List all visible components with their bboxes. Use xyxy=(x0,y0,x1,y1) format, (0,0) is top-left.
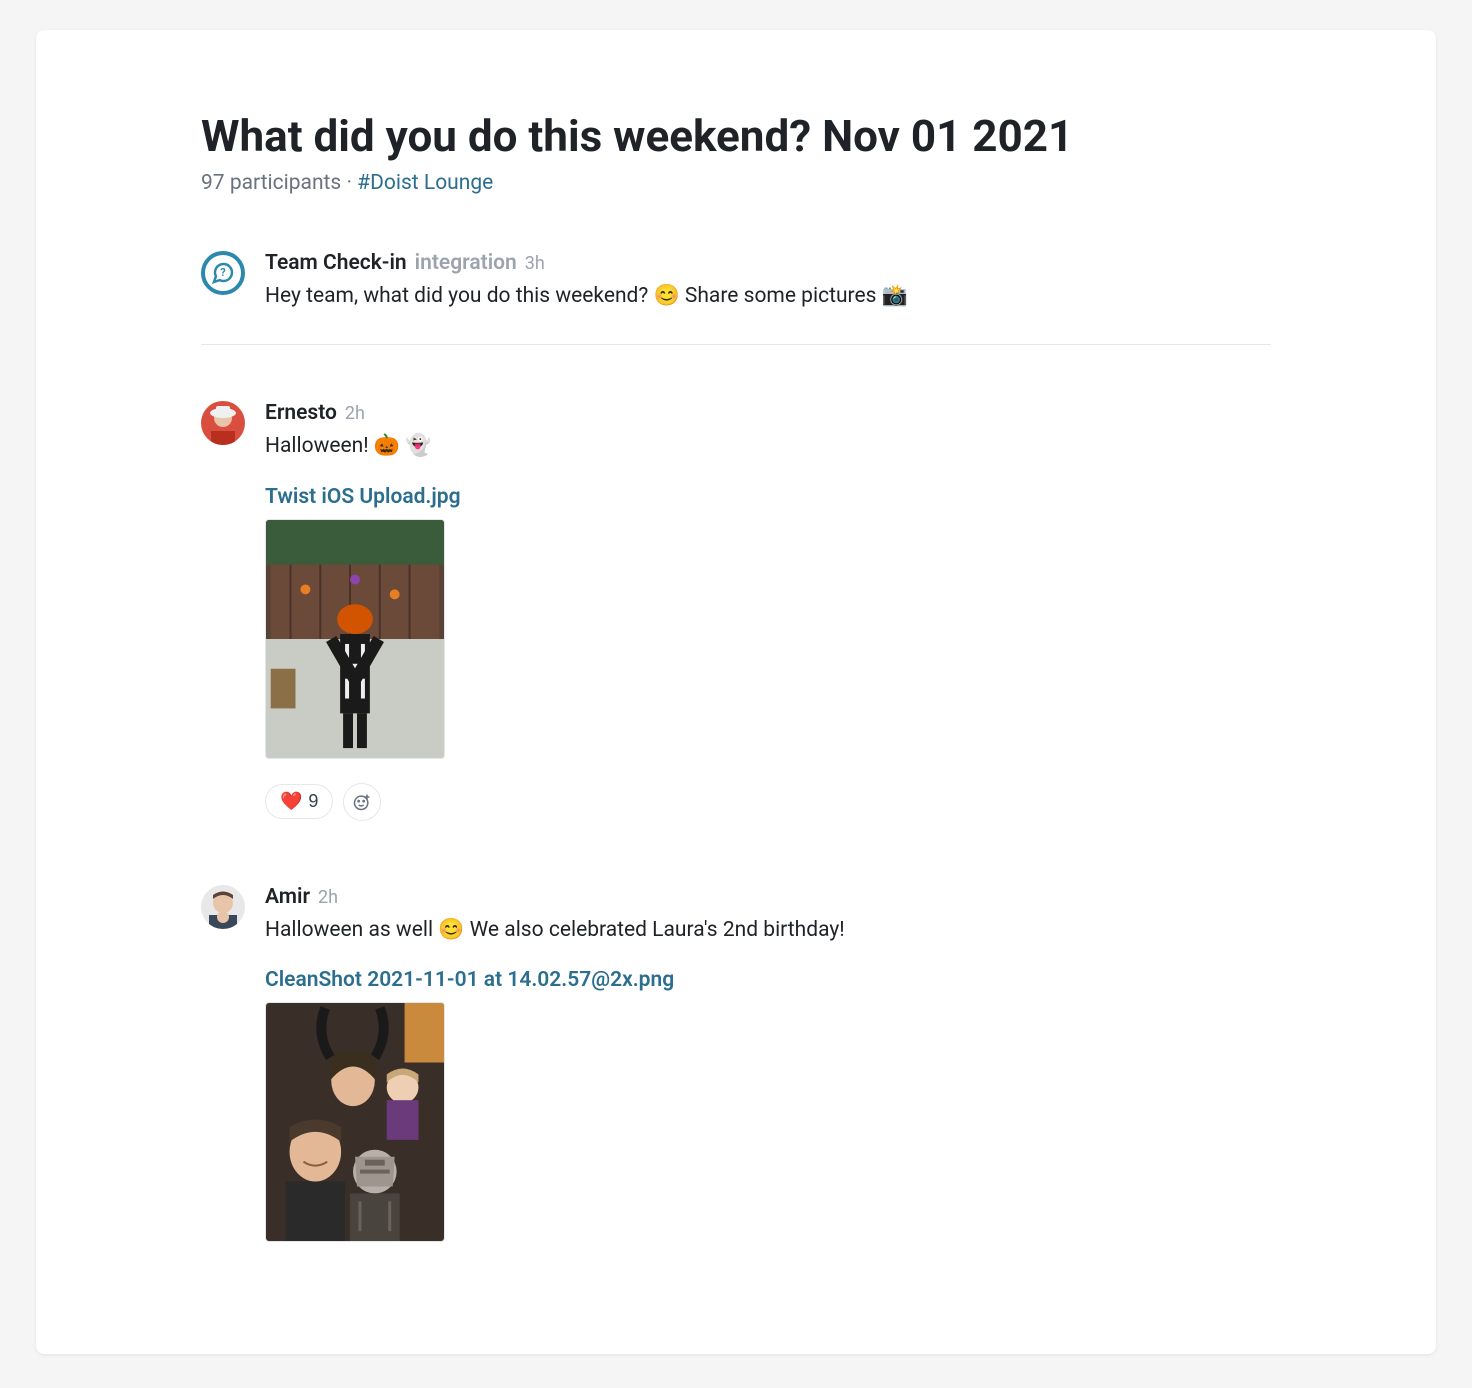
reaction-count: 9 xyxy=(308,791,318,812)
add-reaction-button[interactable] xyxy=(343,783,381,821)
avatar[interactable] xyxy=(201,885,245,929)
post-header: Team Check-in integration 3h xyxy=(265,251,1271,275)
attachment-thumbnail[interactable] xyxy=(265,519,445,759)
reactions-bar: ❤️ 9 xyxy=(265,783,1271,821)
post-body: Ernesto 2h Halloween! 🎃 👻 Twist iOS Uplo… xyxy=(265,401,1271,821)
post-time: 2h xyxy=(345,403,365,424)
post-body: Team Check-in integration 3h Hey team, w… xyxy=(265,251,1271,313)
post-text: Hey team, what did you do this weekend? … xyxy=(265,281,1271,313)
post-text: Halloween! 🎃 👻 xyxy=(265,431,1271,463)
post: ? Team Check-in integration 3h Hey team,… xyxy=(201,251,1271,346)
author-name[interactable]: Amir xyxy=(265,885,310,909)
svg-text:?: ? xyxy=(220,266,226,279)
channel-link[interactable]: #Doist Lounge xyxy=(357,171,493,195)
author-name[interactable]: Ernesto xyxy=(265,401,337,425)
post-time: 2h xyxy=(318,887,338,908)
reaction-heart[interactable]: ❤️ 9 xyxy=(265,784,333,819)
post-time: 3h xyxy=(525,253,545,274)
heart-icon: ❤️ xyxy=(280,791,302,812)
thread-title: What did you do this weekend? Nov 01 202… xyxy=(201,110,1271,163)
avatar[interactable] xyxy=(201,401,245,445)
thread-card: What did you do this weekend? Nov 01 202… xyxy=(36,30,1436,1354)
post-body: Amir 2h Halloween as well 😊 We also cele… xyxy=(265,885,1271,1243)
meta-separator: · xyxy=(341,171,357,195)
post-header: Amir 2h xyxy=(265,885,1271,909)
post: Amir 2h Halloween as well 😊 We also cele… xyxy=(201,885,1271,1275)
attachment-link[interactable]: Twist iOS Upload.jpg xyxy=(265,485,1271,509)
post: Ernesto 2h Halloween! 🎃 👻 Twist iOS Uplo… xyxy=(201,401,1271,853)
thread-meta: 97 participants · #Doist Lounge xyxy=(201,171,1271,195)
post-text: Halloween as well 😊 We also celebrated L… xyxy=(265,915,1271,947)
attachment-thumbnail[interactable] xyxy=(265,1002,445,1242)
author-name[interactable]: Team Check-in xyxy=(265,251,407,275)
participants-count: 97 participants xyxy=(201,171,341,195)
author-badge: integration xyxy=(415,251,517,275)
avatar-bot-icon[interactable]: ? xyxy=(201,251,245,295)
attachment-link[interactable]: CleanShot 2021-11-01 at 14.02.57@2x.png xyxy=(265,968,1271,992)
post-header: Ernesto 2h xyxy=(265,401,1271,425)
